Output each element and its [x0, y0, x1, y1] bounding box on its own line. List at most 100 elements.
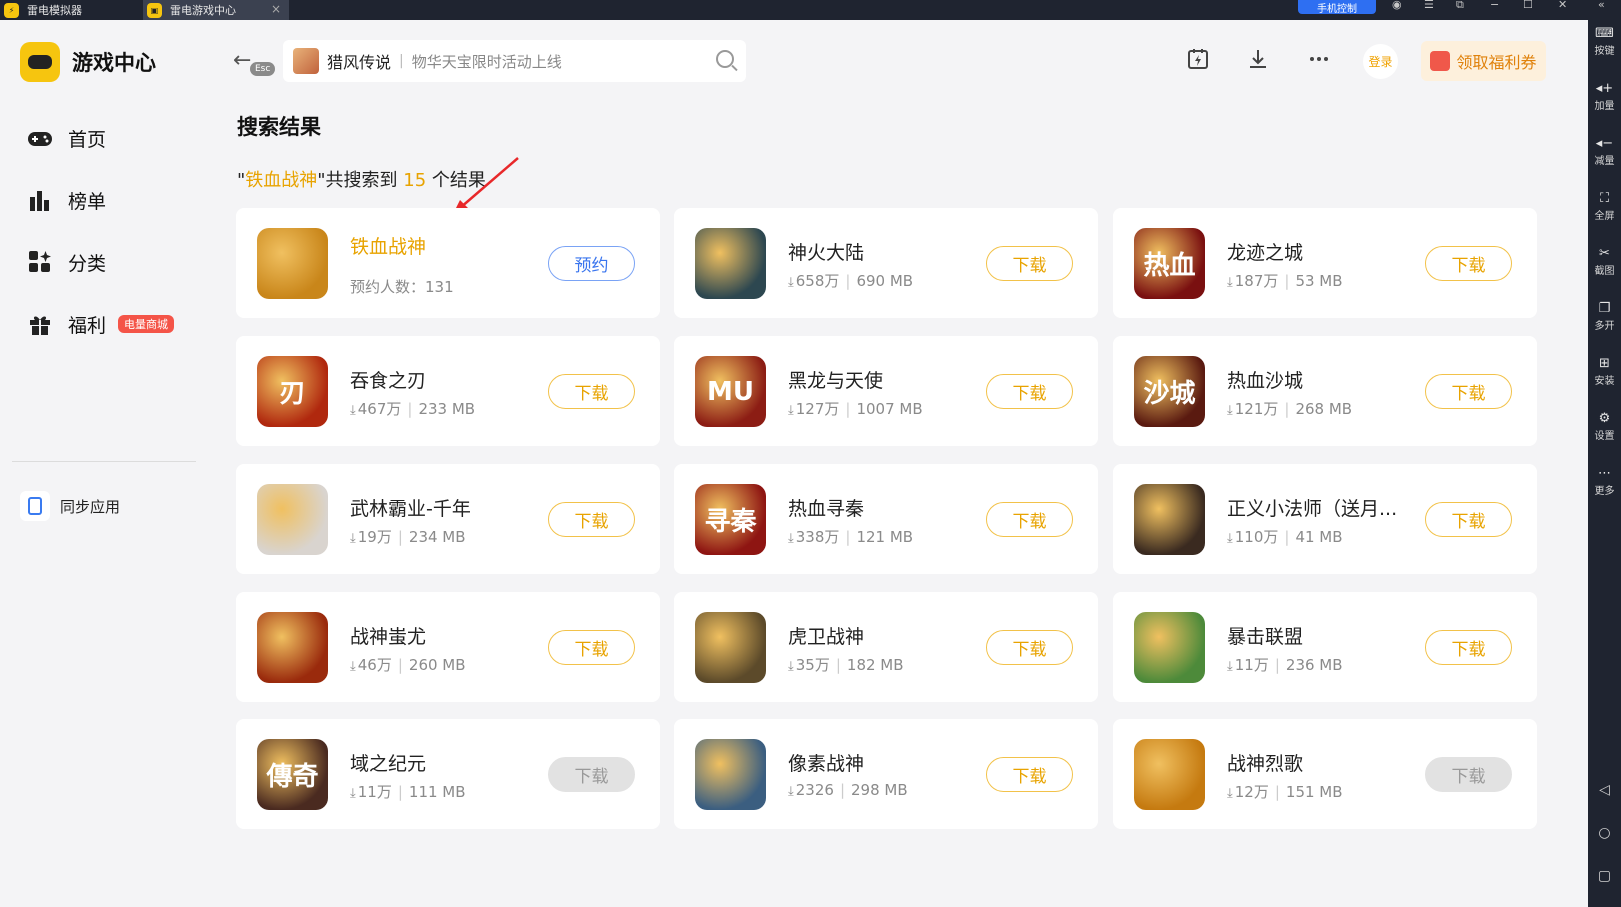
- game-icon[interactable]: 寻秦: [695, 484, 766, 555]
- game-card[interactable]: MU 黑龙与天使 ⤓ 127万 | 1007 MB 下载: [674, 336, 1098, 446]
- game-name[interactable]: 正义小法师（送月...: [1227, 494, 1397, 521]
- sidebar-item-home[interactable]: 首页: [26, 122, 106, 154]
- reserve-button[interactable]: 预约: [548, 246, 635, 281]
- game-icon[interactable]: [1134, 612, 1205, 683]
- game-card[interactable]: 武林霸业-千年 ⤓ 19万 | 234 MB 下载: [236, 464, 660, 574]
- minimize-icon[interactable]: −: [1490, 0, 1499, 12]
- toolbar-settings-button[interactable]: ⚙ 设置: [1588, 411, 1621, 442]
- game-name[interactable]: 虎卫战神: [788, 622, 864, 649]
- game-name[interactable]: 像素战神: [788, 749, 864, 776]
- game-name[interactable]: 龙迹之城: [1227, 238, 1303, 265]
- toolbar-scissors-button[interactable]: ✂ 截图: [1588, 246, 1621, 277]
- download-button[interactable]: 下载: [986, 246, 1073, 281]
- game-card[interactable]: 虎卫战神 ⤓ 35万 | 182 MB 下载: [674, 592, 1098, 702]
- game-icon[interactable]: [257, 612, 328, 683]
- tab-game-center[interactable]: ▣ 雷电游戏中心 ×: [143, 0, 289, 20]
- game-icon[interactable]: 沙城: [1134, 356, 1205, 427]
- download-button[interactable]: 下载: [1425, 502, 1512, 537]
- nav-back-icon[interactable]: ◁: [1588, 782, 1621, 798]
- game-icon[interactable]: [695, 739, 766, 810]
- phone-control-button[interactable]: 手机控制: [1298, 0, 1376, 15]
- download-button[interactable]: 下载: [548, 502, 635, 537]
- download-count-icon: ⤓: [1227, 659, 1233, 674]
- download-button[interactable]: 下载: [548, 374, 635, 409]
- game-name[interactable]: 战神烈歌: [1227, 749, 1303, 776]
- toolbar-fullscreen-button[interactable]: ⛶ 全屏: [1588, 191, 1621, 222]
- toolbar-keyboard-button[interactable]: ⌨ 按键: [1588, 26, 1621, 57]
- menu-icon[interactable]: ☰: [1424, 0, 1434, 12]
- download-button[interactable]: 下载: [1425, 374, 1512, 409]
- game-icon[interactable]: [257, 228, 328, 299]
- game-icon[interactable]: MU: [695, 356, 766, 427]
- game-icon[interactable]: [695, 228, 766, 299]
- download-button[interactable]: 下载: [986, 374, 1073, 409]
- game-name[interactable]: 暴击联盟: [1227, 622, 1303, 649]
- toolbar-more-button[interactable]: ⋯ 更多: [1588, 466, 1621, 497]
- game-card[interactable]: 像素战神 ⤓ 2326 | 298 MB 下载: [674, 719, 1098, 829]
- calendar-icon[interactable]: [1185, 47, 1211, 73]
- account-icon[interactable]: ◉: [1392, 0, 1402, 12]
- game-icon[interactable]: 热血: [1134, 228, 1205, 299]
- toolbar-volume-down-button[interactable]: ◂− 减量: [1588, 136, 1621, 167]
- toolbar-install-button[interactable]: ⊞ 安装: [1588, 356, 1621, 387]
- close-window-icon[interactable]: ✕: [1558, 0, 1567, 12]
- download-button[interactable]: 下载: [986, 502, 1073, 537]
- meta-separator: |: [839, 781, 845, 799]
- download-button[interactable]: 下载: [548, 630, 635, 665]
- game-icon[interactable]: [695, 612, 766, 683]
- game-name[interactable]: 黑龙与天使: [788, 366, 883, 393]
- game-card[interactable]: 沙城 热血沙城 ⤓ 121万 | 268 MB 下载: [1113, 336, 1537, 446]
- sidebar-item-ranking[interactable]: 榜单: [26, 184, 106, 216]
- game-card[interactable]: 傳奇 域之纪元 ⤓ 11万 | 111 MB 下载: [236, 719, 660, 829]
- game-name[interactable]: 神火大陆: [788, 238, 864, 265]
- game-name[interactable]: 战神蚩尤: [350, 622, 426, 649]
- download-button[interactable]: 下载: [548, 757, 635, 792]
- restore-icon[interactable]: ⧉: [1456, 0, 1464, 12]
- download-button[interactable]: 下载: [986, 757, 1073, 792]
- search-input[interactable]: 猎风传说 | 物华天宝限时活动上线: [283, 40, 746, 82]
- back-arrow-icon[interactable]: ←: [233, 48, 251, 73]
- claim-coupon-button[interactable]: 领取福利券: [1421, 41, 1546, 81]
- game-icon[interactable]: 傳奇: [257, 739, 328, 810]
- game-card[interactable]: 寻秦 热血寻秦 ⤓ 338万 | 121 MB 下载: [674, 464, 1098, 574]
- nav-recents-icon[interactable]: ▢: [1588, 868, 1621, 884]
- tab-emulator[interactable]: ⚡ 雷电模拟器: [0, 0, 143, 20]
- download-button[interactable]: 下载: [1425, 246, 1512, 281]
- toolbar-multi-window-button[interactable]: ❐ 多开: [1588, 301, 1621, 332]
- game-card[interactable]: 暴击联盟 ⤓ 11万 | 236 MB 下载: [1113, 592, 1537, 702]
- more-icon[interactable]: [1306, 47, 1332, 73]
- search-icon[interactable]: [716, 50, 734, 68]
- game-name[interactable]: 铁血战神: [350, 232, 426, 259]
- meta-separator: |: [1284, 272, 1290, 290]
- maximize-icon[interactable]: ☐: [1523, 0, 1533, 12]
- game-icon[interactable]: [1134, 484, 1205, 555]
- download-button[interactable]: 下载: [1425, 757, 1512, 792]
- game-icon[interactable]: 刃: [257, 356, 328, 427]
- nav-home-icon[interactable]: ○: [1588, 825, 1621, 841]
- download-button[interactable]: 下载: [1425, 630, 1512, 665]
- download-button[interactable]: 下载: [986, 630, 1073, 665]
- game-card[interactable]: 刃吞食之刃 ⤓ 467万 | 233 MB 下载: [236, 336, 660, 446]
- download-icon[interactable]: [1245, 47, 1271, 73]
- game-card[interactable]: 热血 龙迹之城 ⤓ 187万 | 53 MB 下载: [1113, 208, 1537, 318]
- game-card[interactable]: 神火大陆 ⤓ 658万 | 690 MB 下载: [674, 208, 1098, 318]
- game-name[interactable]: 热血沙城: [1227, 366, 1303, 393]
- game-card[interactable]: 正义小法师（送月... ⤓ 110万 | 41 MB 下载: [1113, 464, 1537, 574]
- game-icon[interactable]: [257, 484, 328, 555]
- game-name[interactable]: 武林霸业-千年: [350, 494, 471, 521]
- game-name[interactable]: 热血寻秦: [788, 494, 864, 521]
- toolbar-volume-up-button[interactable]: ◂+ 加量: [1588, 81, 1621, 112]
- game-card[interactable]: 铁血战神 预约人数：131 预约: [236, 208, 660, 318]
- game-name[interactable]: 吞食之刃: [350, 366, 426, 393]
- sync-apps-button[interactable]: 同步应用: [20, 491, 120, 521]
- result-query: 铁血战神: [245, 170, 318, 191]
- login-button[interactable]: 登录: [1363, 44, 1398, 79]
- game-icon[interactable]: [1134, 739, 1205, 810]
- collapse-icon[interactable]: «: [1598, 0, 1605, 12]
- game-card[interactable]: 战神蚩尤 ⤓ 46万 | 260 MB 下载: [236, 592, 660, 702]
- game-card[interactable]: 战神烈歌 ⤓ 12万 | 151 MB 下载: [1113, 719, 1537, 829]
- game-name[interactable]: 域之纪元: [350, 749, 426, 776]
- tab-close-icon[interactable]: ×: [271, 2, 281, 16]
- sidebar-item-welfare[interactable]: 福利 电量商城: [26, 308, 175, 340]
- sidebar-item-category[interactable]: 分类: [26, 246, 106, 278]
